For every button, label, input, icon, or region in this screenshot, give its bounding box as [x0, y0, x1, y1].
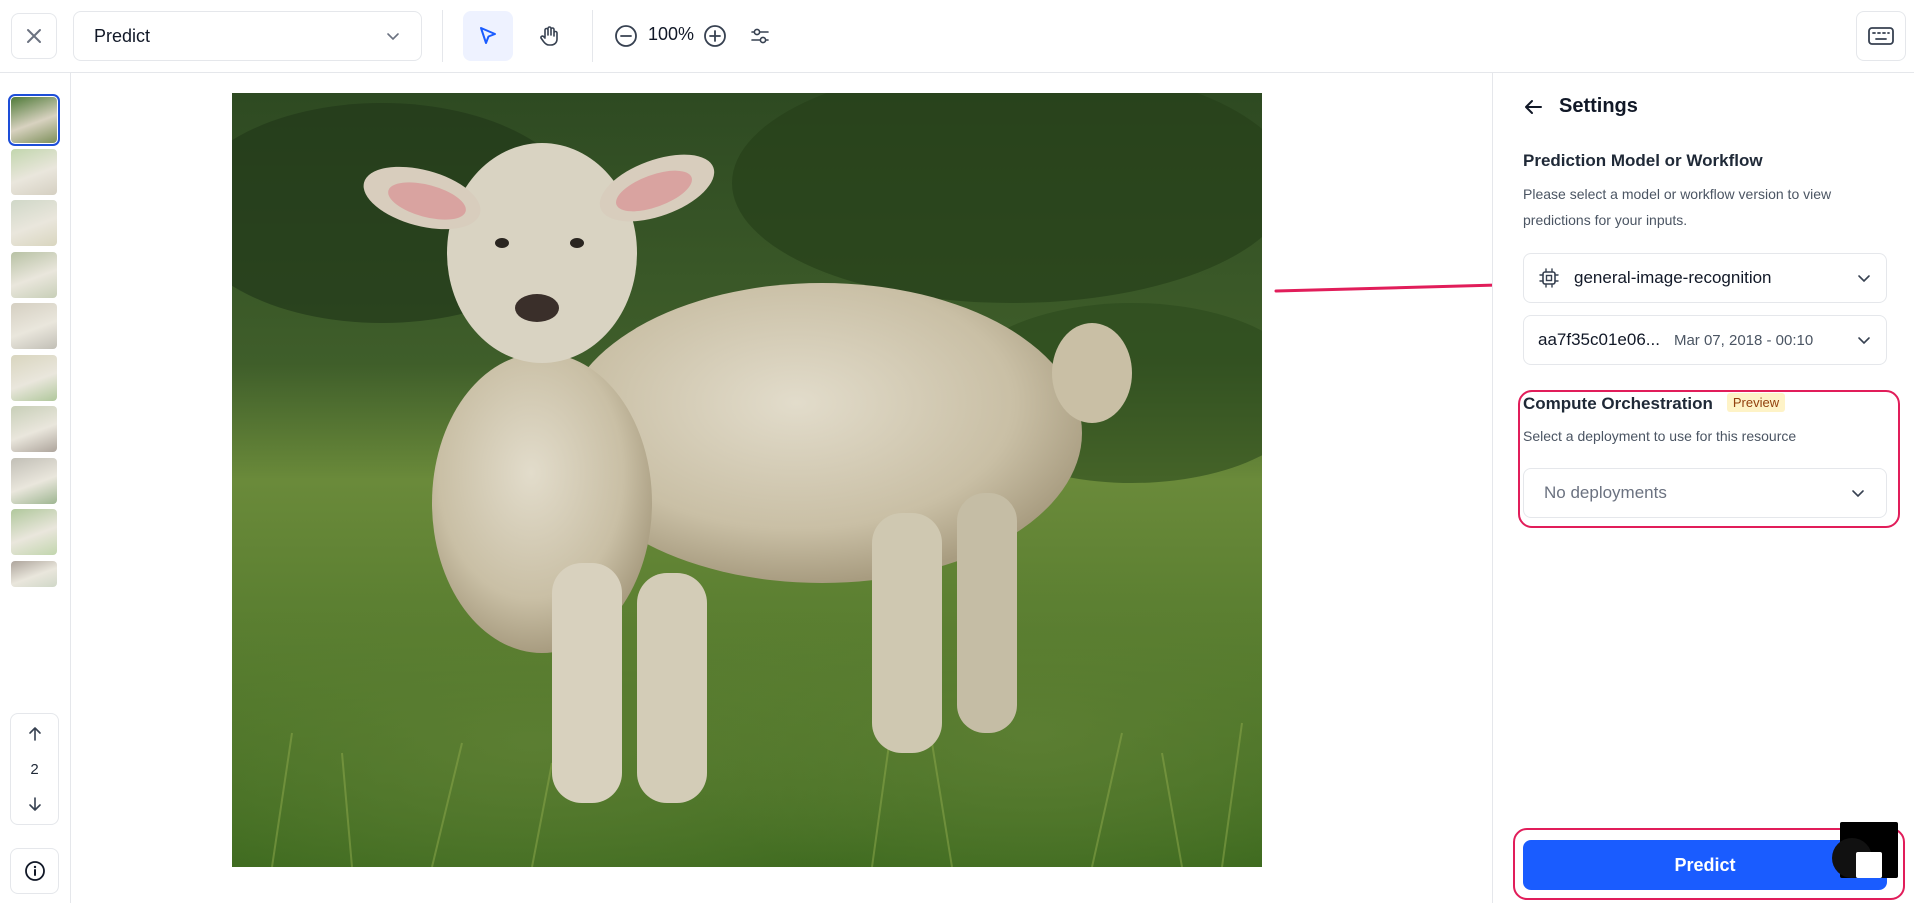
- preview-badge: Preview: [1726, 393, 1786, 412]
- hand-icon: [540, 26, 558, 46]
- pagination: 2: [10, 713, 59, 825]
- top-toolbar: Predict 100%: [0, 0, 1914, 73]
- chip-icon: [1539, 268, 1559, 288]
- compute-title-text: Compute Orchestration: [1523, 394, 1713, 413]
- thumbnail-item[interactable]: [11, 200, 57, 246]
- thumbnail-item[interactable]: [11, 457, 57, 504]
- pan-tool-button[interactable]: [524, 11, 574, 61]
- settings-header: Settings: [1523, 95, 1638, 118]
- deployment-placeholder: No deployments: [1544, 483, 1667, 502]
- mode-select-value: Predict: [94, 25, 151, 46]
- chevron-down-icon: [387, 33, 399, 41]
- chat-square-icon: [1856, 852, 1882, 878]
- annotation-arrow: [1274, 276, 1518, 294]
- zoom-in-button[interactable]: [690, 11, 740, 61]
- thumbnail-strip: 2: [0, 73, 71, 903]
- chevron-down-icon: [1858, 275, 1870, 283]
- thumbnail-item[interactable]: [11, 509, 57, 555]
- mode-select[interactable]: Predict: [73, 11, 422, 61]
- deployment-select[interactable]: No deployments: [1523, 468, 1887, 518]
- info-icon: [24, 861, 45, 881]
- compute-section-description: Select a deployment to use for this reso…: [1523, 428, 1797, 444]
- toolbar-divider: [592, 10, 593, 62]
- page-number: 2: [30, 760, 39, 778]
- model-select-value: general-image-recognition: [1574, 268, 1772, 287]
- model-select[interactable]: general-image-recognition: [1523, 253, 1887, 303]
- sliders-icon: [751, 28, 769, 44]
- adjustments-button[interactable]: [735, 11, 785, 61]
- close-button[interactable]: [11, 13, 57, 59]
- keyboard-icon: [1868, 27, 1894, 45]
- arrow-down-icon[interactable]: [27, 796, 43, 812]
- thumbnail-item[interactable]: [11, 406, 57, 452]
- thumbnail-item[interactable]: [11, 148, 57, 195]
- lamb-image: [232, 93, 1262, 867]
- thumbnail-item[interactable]: [11, 251, 57, 298]
- version-id: aa7f35c01e06...: [1538, 330, 1660, 349]
- thumbnail-item[interactable]: [11, 303, 57, 349]
- arrow-up-icon[interactable]: [27, 726, 43, 742]
- settings-panel: Settings Prediction Model or Workflow Pl…: [1492, 73, 1914, 903]
- back-arrow-icon[interactable]: [1523, 97, 1543, 117]
- close-icon: [27, 29, 41, 43]
- toolbar-divider: [442, 10, 443, 62]
- version-select[interactable]: aa7f35c01e06... Mar 07, 2018 - 00:10: [1523, 315, 1887, 365]
- info-button[interactable]: [10, 848, 59, 894]
- model-section-description: Please select a model or workflow versio…: [1523, 186, 1832, 228]
- keyboard-shortcuts-button[interactable]: [1856, 11, 1906, 61]
- zoom-out-button[interactable]: [601, 11, 651, 61]
- image-canvas[interactable]: [72, 73, 1492, 903]
- zoom-in-icon: [704, 25, 726, 47]
- select-tool-button[interactable]: [463, 11, 513, 61]
- compute-section-title: Compute Orchestration Preview: [1523, 393, 1786, 414]
- thumbnail-item[interactable]: [11, 354, 57, 401]
- chevron-down-icon: [1858, 337, 1870, 345]
- thumbnail-item[interactable]: [8, 94, 60, 146]
- chat-widget[interactable]: [1832, 822, 1898, 878]
- thumbnail-item[interactable]: [11, 560, 57, 587]
- chevron-down-icon: [1852, 490, 1864, 498]
- model-section-title: Prediction Model or Workflow: [1523, 151, 1763, 170]
- version-date: Mar 07, 2018 - 00:10: [1673, 331, 1814, 349]
- zoom-out-icon: [615, 25, 637, 47]
- pointer-icon: [480, 27, 496, 44]
- settings-title: Settings: [1559, 95, 1638, 117]
- zoom-level: 100%: [648, 24, 695, 44]
